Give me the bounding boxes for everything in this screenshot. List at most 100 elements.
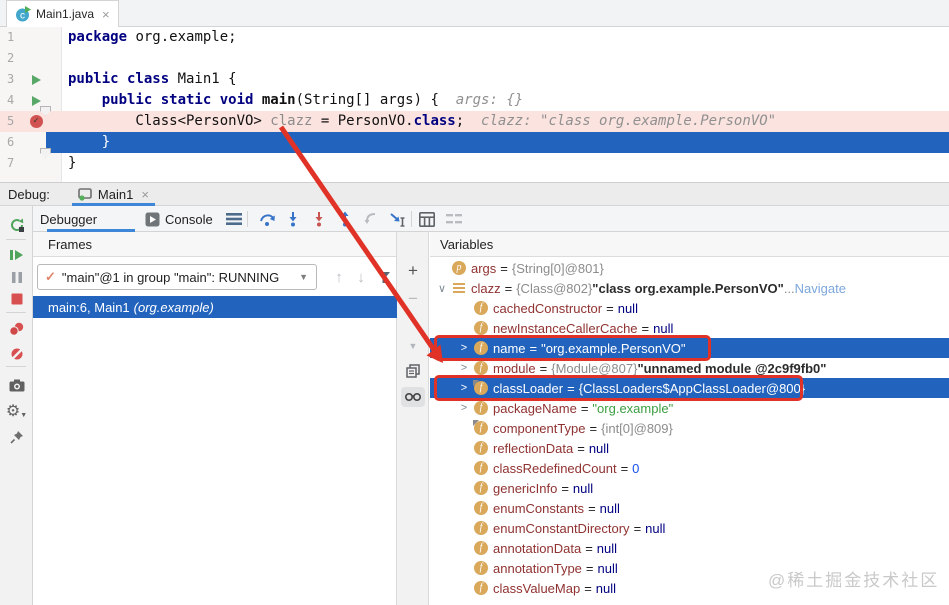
variable-row-componentType[interactable]: f componentType = {int[0]@809} bbox=[430, 418, 949, 438]
field-icon: f bbox=[474, 481, 488, 495]
run-icon[interactable] bbox=[31, 74, 41, 85]
layout-settings-button[interactable] bbox=[445, 210, 463, 228]
field-icon: f bbox=[474, 361, 488, 375]
variable-name: genericInfo bbox=[493, 480, 558, 496]
pause-button[interactable] bbox=[0, 266, 33, 288]
scroll-down-icon[interactable]: ▼ bbox=[397, 335, 429, 357]
java-class-icon: c bbox=[16, 6, 31, 22]
expander-icon[interactable]: > bbox=[458, 342, 470, 354]
tab-console[interactable]: Console bbox=[145, 206, 213, 232]
expander-icon[interactable]: > bbox=[458, 382, 470, 394]
more-options-button[interactable] bbox=[225, 210, 243, 228]
run-icon[interactable] bbox=[31, 95, 41, 106]
tab-debugger[interactable]: Debugger bbox=[40, 206, 135, 232]
frame-down-button[interactable]: ↓ bbox=[351, 264, 371, 290]
variable-row-enumConstantDirectory[interactable]: f enumConstantDirectory = null bbox=[430, 518, 949, 538]
code-line-7[interactable]: 7} bbox=[0, 153, 949, 174]
console-icon bbox=[145, 212, 160, 226]
filter-button[interactable] bbox=[374, 264, 394, 290]
field-icon: f bbox=[474, 401, 488, 415]
thread-dropdown[interactable]: ✓ "main"@1 in group "main": RUNNING ▼ bbox=[37, 264, 317, 290]
resume-button[interactable] bbox=[0, 244, 33, 266]
variable-row-packageName[interactable]: > f packageName = "org.example" bbox=[430, 398, 949, 418]
expander-icon[interactable]: ∨ bbox=[436, 282, 448, 295]
variable-value: "class org.example.PersonVO" bbox=[592, 280, 784, 296]
variable-row-classRedefinedCount[interactable]: f classRedefinedCount = 0 bbox=[430, 458, 949, 478]
rerun-icon bbox=[10, 218, 24, 232]
variable-row-args[interactable]: p args = {String[0]@801} bbox=[430, 258, 949, 278]
variable-value: {ClassLoaders$AppClassLoader@800} bbox=[578, 380, 806, 396]
variable-row-module[interactable]: > f module = {Module@807} "unnamed module @2… bbox=[430, 358, 949, 378]
step-into-button[interactable] bbox=[284, 210, 302, 228]
thread-dump-button[interactable] bbox=[0, 374, 33, 396]
step-over-button[interactable] bbox=[258, 210, 276, 228]
code-line-5[interactable]: 5 ✓ Class<PersonVO> clazz = PersonVO.clas… bbox=[0, 111, 949, 132]
close-icon[interactable]: × bbox=[102, 7, 110, 22]
equals-sign: = bbox=[539, 360, 548, 376]
code-line-6[interactable]: 6 } bbox=[0, 132, 949, 158]
code-content: } bbox=[40, 132, 949, 158]
evaluate-expression-button[interactable] bbox=[418, 210, 436, 228]
pin-button[interactable] bbox=[0, 426, 33, 448]
copy-icon bbox=[406, 364, 420, 378]
code-editor[interactable]: 1 package org.example; 2 3 public class Main… bbox=[0, 27, 949, 182]
duplicate-watch-button[interactable] bbox=[397, 360, 429, 382]
equals-sign: = bbox=[606, 300, 614, 316]
glasses-icon bbox=[405, 393, 421, 401]
variable-row-enumConstants[interactable]: f enumConstants = null bbox=[430, 498, 949, 518]
debug-label: Debug: bbox=[8, 186, 50, 202]
frame-up-button[interactable]: ↑ bbox=[329, 264, 349, 290]
code-line-1[interactable]: 1 package org.example; bbox=[0, 27, 949, 48]
debug-session-tab[interactable]: Main1 × bbox=[71, 182, 155, 206]
variable-name: componentType bbox=[493, 420, 586, 436]
step-out-button[interactable] bbox=[336, 210, 354, 228]
remove-watch-button[interactable]: − bbox=[397, 288, 429, 310]
show-watches-toggle[interactable] bbox=[397, 386, 429, 408]
step-out-icon bbox=[341, 211, 349, 227]
toolbar-separator bbox=[6, 239, 26, 240]
watches-toolbar: + − ▼ bbox=[397, 232, 429, 605]
svg-text:c: c bbox=[20, 11, 25, 22]
add-watch-button[interactable]: + bbox=[397, 260, 429, 282]
settings-button[interactable]: ⚙ ▼ bbox=[0, 400, 33, 422]
variable-row-reflectionData[interactable]: f reflectionData = null bbox=[430, 438, 949, 458]
field-icon: f bbox=[474, 421, 488, 435]
drop-frame-button[interactable] bbox=[362, 210, 380, 228]
breakpoint-icon[interactable]: ✓ bbox=[29, 115, 43, 128]
line-number: 7 bbox=[7, 156, 15, 170]
stop-button[interactable] bbox=[0, 288, 33, 310]
variable-row-annotationData[interactable]: f annotationData = null bbox=[430, 538, 949, 558]
code-line-2[interactable]: 2 bbox=[0, 48, 949, 69]
camera-icon bbox=[9, 379, 24, 391]
expander-icon[interactable]: > bbox=[458, 362, 470, 374]
field-icon: f bbox=[474, 441, 488, 455]
variable-row-clazz[interactable]: ∨ clazz = {Class@802} "class org.example.Pe… bbox=[430, 278, 949, 298]
variable-row-name[interactable]: > f name = "org.example.PersonVO" bbox=[430, 338, 949, 358]
code-text: } bbox=[68, 134, 111, 150]
equals-sign: = bbox=[580, 400, 589, 416]
step-into-icon bbox=[289, 212, 297, 227]
rerun-button[interactable] bbox=[0, 214, 33, 236]
code-line-4[interactable]: 4 public static void main(String[] args)… bbox=[0, 90, 949, 116]
close-icon[interactable]: × bbox=[141, 187, 149, 202]
variable-row-cachedConstructor[interactable]: f cachedConstructor = null bbox=[430, 298, 949, 318]
variable-name: cachedConstructor bbox=[493, 300, 603, 316]
variable-name: newInstanceCallerCache bbox=[493, 320, 638, 336]
code-line-3[interactable]: 3 public class Main1 { bbox=[0, 69, 949, 90]
run-to-cursor-button[interactable] bbox=[388, 210, 406, 228]
mute-breakpoints-button[interactable] bbox=[0, 343, 33, 365]
variable-row-genericInfo[interactable]: f genericInfo = null bbox=[430, 478, 949, 498]
variable-value: null bbox=[599, 500, 620, 516]
toolbar-separator bbox=[6, 312, 26, 313]
frames-panel: Frames ✓ "main"@1 in group "main": RUNNI… bbox=[33, 232, 397, 605]
variable-row-classLoader[interactable]: > f classLoader = {ClassLoaders$AppClassLoad… bbox=[430, 378, 949, 398]
navigate-link[interactable]: Navigate bbox=[795, 281, 846, 296]
view-breakpoints-button[interactable] bbox=[0, 318, 33, 340]
equals-sign: = bbox=[529, 340, 538, 356]
force-step-into-button[interactable] bbox=[310, 210, 328, 228]
frames-header: Frames bbox=[33, 232, 396, 257]
stack-frame-row[interactable]: main:6, Main1 (org.example) bbox=[33, 296, 397, 318]
editor-tab-main1[interactable]: c Main1.java × bbox=[6, 0, 119, 27]
expander-icon[interactable]: > bbox=[458, 402, 470, 414]
variable-row-newInstanceCallerCache[interactable]: f newInstanceCallerCache = null bbox=[430, 318, 949, 338]
